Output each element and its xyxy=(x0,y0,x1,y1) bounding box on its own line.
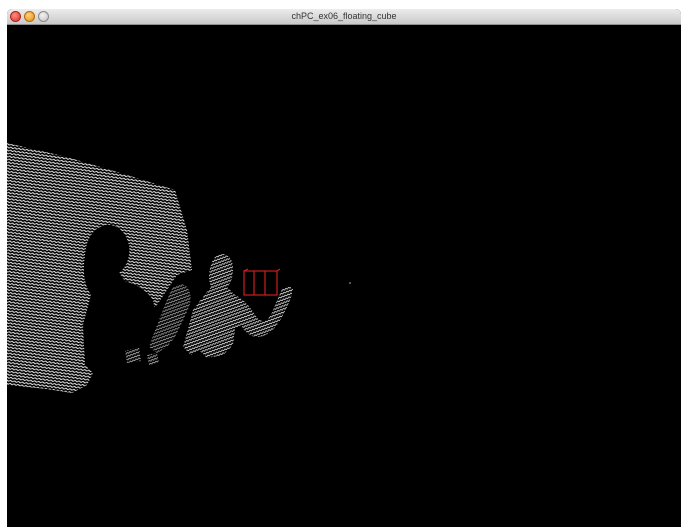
point-cloud-view xyxy=(7,143,351,393)
point-cloud-canvas[interactable] xyxy=(7,25,681,527)
floating-cube xyxy=(243,268,281,296)
title-bar[interactable]: chPC_ex06_floating_cube xyxy=(7,9,681,25)
app-window: chPC_ex06_floating_cube xyxy=(7,9,681,527)
stray-point xyxy=(349,282,351,284)
window-title: chPC_ex06_floating_cube xyxy=(291,11,397,21)
person-point-cloud xyxy=(183,254,293,358)
